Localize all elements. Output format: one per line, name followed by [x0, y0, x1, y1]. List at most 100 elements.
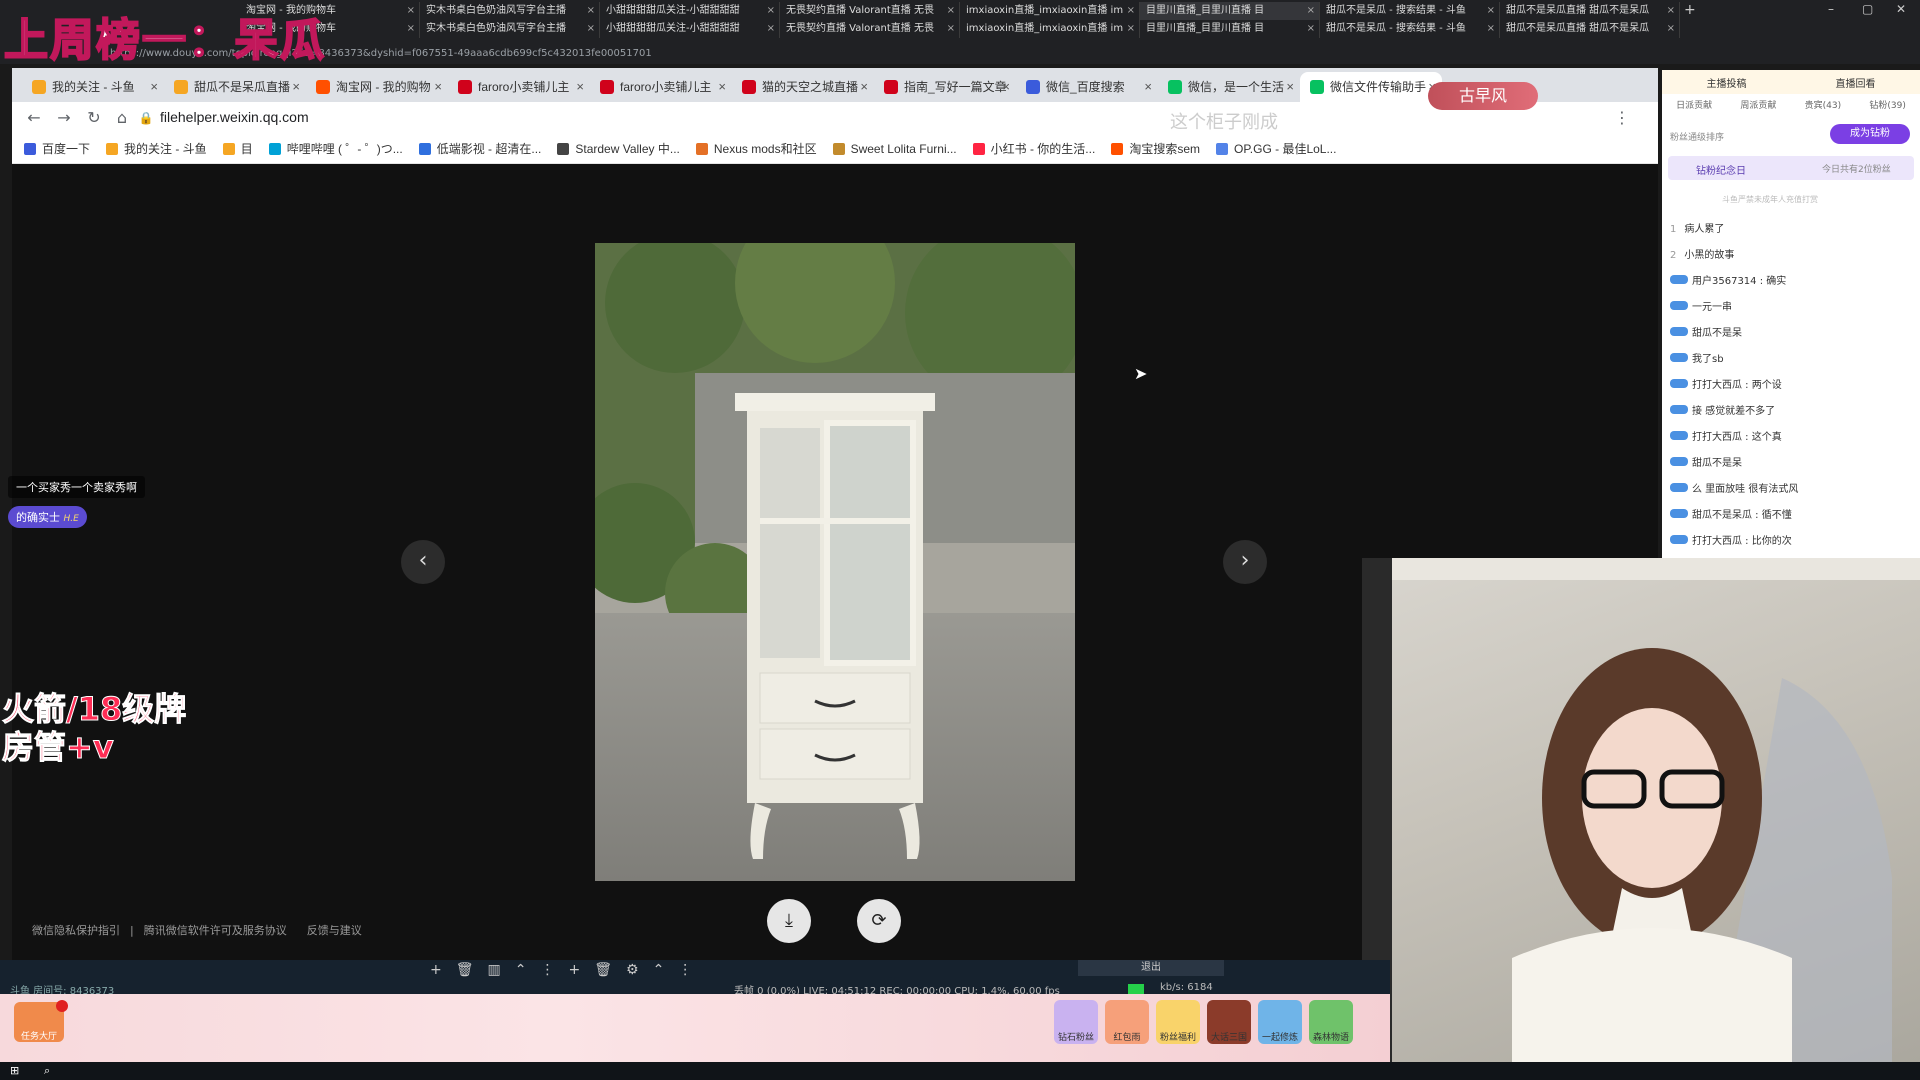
close-icon[interactable]: × — [1002, 72, 1010, 102]
close-icon[interactable]: × — [434, 72, 442, 102]
start-icon[interactable]: ⊞ — [10, 1064, 19, 1077]
tab-diamond-fans[interactable]: 钻粉(39) — [1869, 98, 1905, 116]
close-icon[interactable]: × — [947, 20, 955, 38]
close-icon[interactable]: × — [1127, 20, 1135, 38]
more-icon[interactable]: ⋮ — [678, 962, 692, 978]
bookmark-item[interactable]: 哔哩哔哩 ( ゜- ゜)つ... — [268, 134, 419, 163]
inner-tab[interactable]: 微信_百度搜索 × — [1016, 72, 1158, 102]
outer-tab[interactable]: 甜瓜不是呆瓜直播 甜瓜不是呆瓜 × — [1500, 20, 1680, 38]
inner-tab[interactable]: faroro小卖铺儿主 × — [590, 72, 732, 102]
close-icon[interactable]: × — [1286, 72, 1294, 102]
outer-tab[interactable]: 甜瓜不是呆瓜 - 搜索结果 - 斗鱼 × — [1320, 2, 1500, 20]
outer-tab[interactable]: 无畏契约直播 Valorant直播 无畏 × — [780, 2, 960, 20]
close-icon[interactable]: × — [587, 20, 595, 38]
close-icon[interactable]: × — [947, 2, 955, 20]
close-icon[interactable]: × — [407, 2, 415, 20]
close-icon[interactable]: × — [1127, 2, 1135, 20]
inner-tab[interactable]: 指南_写好一篇文章 × — [874, 72, 1016, 102]
tab-vip[interactable]: 贵宾(43) — [1805, 98, 1841, 116]
gift-item[interactable]: 大话三国 — [1207, 1000, 1251, 1044]
close-icon[interactable]: × — [576, 72, 584, 102]
prev-image-button[interactable]: ‹ — [401, 540, 445, 584]
add-icon[interactable]: + — [568, 962, 580, 978]
menu-icon[interactable]: ⋮ — [1612, 108, 1632, 128]
close-icon[interactable]: × — [587, 2, 595, 20]
inner-tab[interactable]: 微信文件传输助手× — [1300, 72, 1442, 102]
inner-url-text[interactable]: filehelper.weixin.qq.com — [160, 109, 309, 125]
bookmark-item[interactable]: 我的关注 - 斗鱼 — [106, 134, 223, 163]
bookmark-item[interactable]: 低端影视 - 超清在... — [418, 134, 558, 163]
outer-tab[interactable]: imxiaoxin直播_imxiaoxin直播 im × — [960, 20, 1140, 38]
bookmark-item[interactable]: OP.GG - 最佳LoL... — [1215, 134, 1352, 163]
close-window-icon[interactable]: ✕ — [1896, 2, 1906, 16]
outer-tab[interactable]: 目里川直播_目里川直播 目 × — [1140, 2, 1320, 20]
close-icon[interactable]: × — [407, 20, 415, 38]
outer-tab[interactable]: 实木书桌白色奶油风写字台主播 × — [420, 2, 600, 20]
close-icon[interactable]: × — [860, 72, 868, 102]
more-icon[interactable]: ⋮ — [540, 962, 554, 978]
inner-tab[interactable]: 我的关注 - 斗鱼 × — [22, 72, 164, 102]
bookmark-item[interactable]: 百度一下 — [24, 134, 106, 163]
close-icon[interactable]: × — [1667, 2, 1675, 20]
inner-tab[interactable]: 猫的天空之城直播 × — [732, 72, 874, 102]
gift-item[interactable]: 粉丝福利 — [1156, 1000, 1200, 1044]
gift-item[interactable]: 红包雨 — [1105, 1000, 1149, 1044]
bookmark-item[interactable]: Nexus mods和社区 — [695, 134, 833, 163]
close-icon[interactable]: × — [718, 72, 726, 102]
bookmark-item[interactable]: 目 — [222, 134, 269, 163]
outer-tab[interactable]: 小甜甜甜甜瓜关注-小甜甜甜甜 × — [600, 2, 780, 20]
outer-tab[interactable]: 甜瓜不是呆瓜直播 甜瓜不是呆瓜 × — [1500, 2, 1680, 20]
outer-tab[interactable]: 小甜甜甜甜瓜关注-小甜甜甜甜 × — [600, 20, 780, 38]
tab-replay[interactable]: 直播回看 — [1836, 75, 1876, 90]
search-icon[interactable]: ⌕ — [44, 1064, 50, 1078]
inner-tab[interactable]: 微信，是一个生活 × — [1158, 72, 1300, 102]
become-fan-button[interactable]: 成为钻粉 — [1830, 124, 1910, 144]
forward-icon[interactable]: → — [54, 108, 74, 128]
bookmark-item[interactable]: Stardew Valley 中... — [557, 134, 696, 163]
close-icon[interactable]: × — [292, 72, 300, 102]
minimize-icon[interactable]: – — [1828, 2, 1834, 16]
bookmark-item[interactable]: 淘宝搜索sem — [1111, 134, 1216, 163]
close-icon[interactable]: × — [150, 72, 158, 102]
home-icon[interactable]: ⌂ — [112, 108, 132, 128]
close-icon[interactable]: × — [767, 20, 775, 38]
tab-daily-contrib[interactable]: 日派贡献 — [1676, 98, 1712, 116]
close-icon[interactable]: × — [1307, 2, 1315, 20]
product-photo[interactable] — [595, 243, 1075, 881]
close-icon[interactable]: × — [1487, 2, 1495, 20]
privacy-link[interactable]: 微信隐私保护指引 — [32, 924, 120, 937]
up-icon[interactable]: ⌃ — [653, 962, 665, 978]
tab-weekly-contrib[interactable]: 周派贡献 — [1740, 98, 1776, 116]
gift-item[interactable]: 一起修炼 — [1258, 1000, 1302, 1044]
inner-tab[interactable]: 甜瓜不是呆瓜直播 × — [164, 72, 306, 102]
bookmark-item[interactable]: 小红书 - 你的生活... — [972, 134, 1112, 163]
outer-tab[interactable]: 目里川直播_目里川直播 目 × — [1140, 20, 1320, 38]
download-button[interactable]: ⤓ — [767, 899, 811, 943]
up-icon[interactable]: ⌃ — [515, 962, 527, 978]
close-icon[interactable]: × — [1144, 72, 1152, 102]
rotate-button[interactable]: ⟳ — [857, 899, 901, 943]
feedback-link[interactable]: 反馈与建议 — [307, 924, 362, 937]
inner-tab[interactable]: faroro小卖铺儿主 × — [448, 72, 590, 102]
outer-tab[interactable]: 实木书桌白色奶油风写字台主播 × — [420, 20, 600, 38]
new-tab-icon[interactable]: + — [1684, 2, 1696, 18]
outer-tab[interactable]: 无畏契约直播 Valorant直播 无畏 × — [780, 20, 960, 38]
close-icon[interactable]: × — [767, 2, 775, 20]
exit-button[interactable]: 退出 — [1078, 960, 1224, 976]
outer-tab[interactable]: imxiaoxin直播_imxiaoxin直播 im × — [960, 2, 1140, 20]
next-image-button[interactable]: › — [1223, 540, 1267, 584]
bookmark-item[interactable]: Sweet Lolita Furni... — [832, 134, 973, 163]
filter-icon[interactable]: ▥ — [488, 962, 501, 978]
add-icon[interactable]: + — [430, 962, 442, 978]
close-icon[interactable]: × — [1667, 20, 1675, 38]
delete-icon[interactable]: 🗑 — [594, 962, 612, 978]
gift-item[interactable]: 钻石粉丝 — [1054, 1000, 1098, 1044]
gift-item[interactable]: 森林物语 — [1309, 1000, 1353, 1044]
tab-streamer-posts[interactable]: 主播投稿 — [1707, 75, 1747, 90]
license-link[interactable]: 腾讯微信软件许可及服务协议 — [144, 924, 287, 937]
back-icon[interactable]: ← — [24, 108, 44, 128]
maximize-icon[interactable]: ▢ — [1862, 2, 1873, 16]
delete-icon[interactable]: 🗑 — [456, 962, 474, 978]
outer-tab[interactable]: 甜瓜不是呆瓜 - 搜索结果 - 斗鱼 × — [1320, 20, 1500, 38]
reload-icon[interactable]: ↻ — [84, 108, 104, 128]
